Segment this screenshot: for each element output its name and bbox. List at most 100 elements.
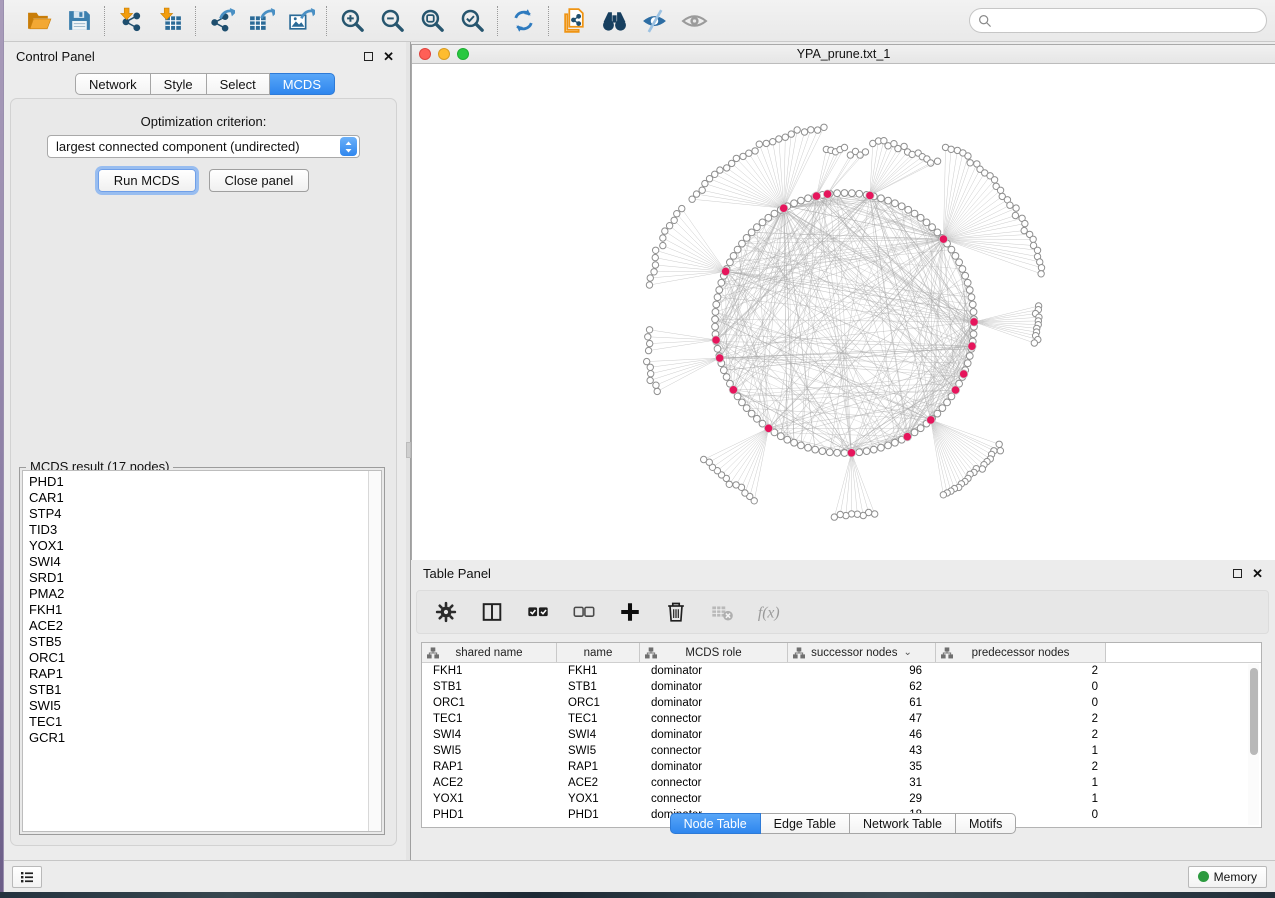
search-input[interactable] (997, 14, 1258, 28)
cell: SWI5 (422, 745, 557, 757)
network-window-titlebar[interactable]: YPA_prune.txt_1 (412, 45, 1275, 64)
gear-icon (434, 600, 458, 624)
mcds-result-item[interactable]: SWI5 (29, 698, 367, 714)
tab-mcds[interactable]: MCDS (270, 73, 335, 95)
mcds-result-item[interactable]: RAP1 (29, 666, 367, 682)
cell: 2 (936, 713, 1106, 725)
attribute-icon (793, 647, 805, 659)
export-network-button[interactable] (206, 6, 236, 36)
cell: 2 (936, 665, 1106, 677)
close-panel-icon[interactable]: ✕ (383, 50, 394, 63)
memory-status-icon (1198, 871, 1209, 882)
task-history-button[interactable] (12, 866, 42, 888)
mcds-result-item[interactable]: PMA2 (29, 586, 367, 602)
node-table[interactable]: shared namenameMCDS rolesuccessor nodes⌄… (421, 642, 1262, 828)
columns-icon (480, 600, 504, 624)
column-header-predecessor-nodes[interactable]: predecessor nodes (936, 643, 1106, 662)
column-header-name[interactable]: name (557, 643, 640, 662)
clone-network-button[interactable] (559, 6, 589, 36)
mcds-result-item[interactable]: FKH1 (29, 602, 367, 618)
table-row[interactable]: RAP1RAP1dominator352 (422, 759, 1261, 775)
table-scrollbar[interactable] (1248, 664, 1259, 825)
float-table-panel-icon[interactable] (1233, 569, 1242, 578)
tab-node-table[interactable]: Node Table (670, 813, 761, 834)
delete-button[interactable] (663, 599, 689, 625)
deselect-all-button[interactable] (571, 599, 597, 625)
open-folder-button[interactable] (24, 6, 54, 36)
network-canvas[interactable] (412, 64, 1275, 560)
cell: dominator (640, 697, 788, 709)
optimization-criterion-select[interactable]: largest connected component (undirected) (47, 135, 360, 158)
show-details-button[interactable] (679, 6, 709, 36)
mcds-result-item[interactable]: SRD1 (29, 570, 367, 586)
mcds-result-item[interactable]: CAR1 (29, 490, 367, 506)
cell: 1 (936, 793, 1106, 805)
network-graph[interactable] (412, 64, 1275, 560)
import-table-button[interactable] (155, 6, 185, 36)
cell: YOX1 (557, 793, 640, 805)
table-row[interactable]: FKH1FKH1dominator962 (422, 663, 1261, 679)
tab-style[interactable]: Style (151, 73, 207, 95)
network-search-box[interactable] (969, 8, 1267, 33)
mcds-result-item[interactable]: YOX1 (29, 538, 367, 554)
close-panel-button[interactable]: Close panel (209, 169, 310, 192)
open-folder-icon (26, 7, 53, 34)
table-row[interactable]: SWI4SWI4dominator462 (422, 727, 1261, 743)
cell: 61 (788, 697, 936, 709)
mcds-result-item[interactable]: ACE2 (29, 618, 367, 634)
cell: 62 (788, 681, 936, 693)
cell: 29 (788, 793, 936, 805)
export-table-button[interactable] (246, 6, 276, 36)
binoculars-button[interactable] (599, 6, 629, 36)
mcds-result-item[interactable]: ORC1 (29, 650, 367, 666)
column-header-shared-name[interactable]: shared name (422, 643, 557, 662)
mcds-result-item[interactable]: STP4 (29, 506, 367, 522)
zoom-fit-button[interactable] (417, 6, 447, 36)
table-row[interactable]: SWI5SWI5connector431 (422, 743, 1261, 759)
mcds-result-item[interactable]: GCR1 (29, 730, 367, 746)
close-table-panel-icon[interactable]: ✕ (1252, 567, 1263, 580)
column-header-successor-nodes[interactable]: successor nodes⌄ (788, 643, 936, 662)
table-row[interactable]: ACE2ACE2connector311 (422, 775, 1261, 791)
table-row[interactable]: ORC1ORC1dominator610 (422, 695, 1261, 711)
save-button[interactable] (64, 6, 94, 36)
column-header-MCDS-role[interactable]: MCDS role (640, 643, 788, 662)
tab-network-table[interactable]: Network Table (850, 813, 956, 834)
table-row[interactable]: STB1STB1dominator620 (422, 679, 1261, 695)
select-all-button[interactable] (525, 599, 551, 625)
mcds-result-item[interactable]: SWI4 (29, 554, 367, 570)
zoom-out-button[interactable] (377, 6, 407, 36)
export-image-button[interactable] (286, 6, 316, 36)
gear-button[interactable] (433, 599, 459, 625)
mcds-result-item[interactable]: TID3 (29, 522, 367, 538)
run-mcds-button[interactable]: Run MCDS (98, 169, 196, 192)
memory-button[interactable]: Memory (1188, 866, 1267, 888)
cell: 0 (936, 697, 1106, 709)
tab-select[interactable]: Select (207, 73, 270, 95)
cell: connector (640, 777, 788, 789)
table-row[interactable]: TEC1TEC1connector472 (422, 711, 1261, 727)
zoom-selected-button[interactable] (457, 6, 487, 36)
cell: SWI5 (557, 745, 640, 757)
tab-network[interactable]: Network (75, 73, 151, 95)
import-network-button[interactable] (115, 6, 145, 36)
refresh-button[interactable] (508, 6, 538, 36)
table-tabs: Node TableEdge TableNetwork TableMotifs (670, 813, 1017, 834)
hide-details-button[interactable] (639, 6, 669, 36)
zoom-in-button[interactable] (337, 6, 367, 36)
mcds-result-list[interactable]: PHD1CAR1STP4TID3YOX1SWI4SRD1PMA2FKH1ACE2… (29, 474, 367, 831)
mcds-result-item[interactable]: PHD1 (29, 474, 367, 490)
float-panel-icon[interactable] (364, 52, 373, 61)
mcds-result-item[interactable]: STB5 (29, 634, 367, 650)
columns-button[interactable] (479, 599, 505, 625)
network-window-title: YPA_prune.txt_1 (412, 47, 1275, 61)
select-stepper-icon (340, 137, 357, 156)
table-row[interactable]: YOX1YOX1connector291 (422, 791, 1261, 807)
add-button[interactable] (617, 599, 643, 625)
tab-edge-table[interactable]: Edge Table (761, 813, 850, 834)
hide-details-icon (641, 7, 668, 34)
tab-motifs[interactable]: Motifs (956, 813, 1016, 834)
mcds-result-item[interactable]: TEC1 (29, 714, 367, 730)
mcds-result-scrollbar[interactable] (368, 471, 381, 831)
mcds-result-item[interactable]: STB1 (29, 682, 367, 698)
